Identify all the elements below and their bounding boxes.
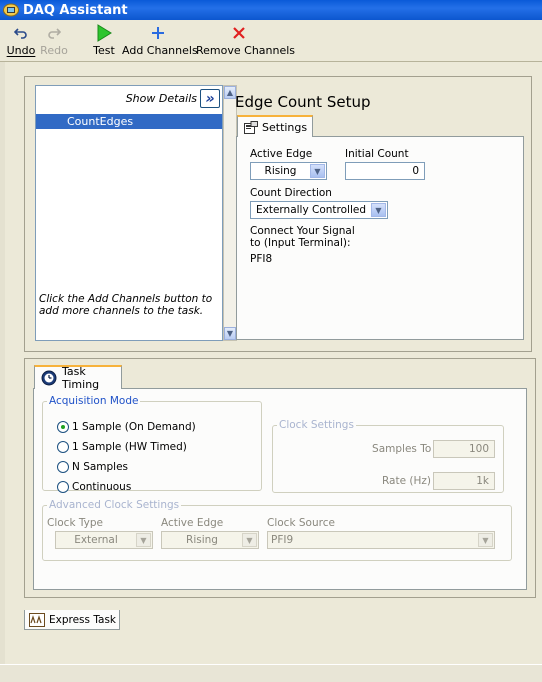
tab-express-task[interactable]: Express Task xyxy=(24,610,120,630)
chevron-down-icon: ▼ xyxy=(136,533,151,547)
radio-1-sample-on-demand[interactable]: 1 Sample (On Demand) xyxy=(57,421,196,433)
clock-type-select[interactable]: External ▼ xyxy=(55,531,153,549)
test-button[interactable]: Test xyxy=(90,22,118,58)
active-edge-label: Active Edge xyxy=(250,148,313,160)
active-edge-select[interactable]: Rising ▼ xyxy=(250,162,327,180)
redo-icon xyxy=(38,22,70,44)
tab-task-timing-label: Task Timing xyxy=(62,365,100,391)
scroll-down-icon[interactable]: ▼ xyxy=(224,327,236,340)
advanced-clock-settings-group: Advanced Clock Settings Clock Type Exter… xyxy=(42,499,512,561)
clock-active-edge-label: Active Edge xyxy=(161,517,224,529)
tab-task-timing[interactable]: Task Timing xyxy=(34,365,122,391)
add-channels-hint: Click the Add Channels button to add mor… xyxy=(39,293,213,317)
samples-to-read-field[interactable]: 100 xyxy=(433,440,495,458)
count-direction-value: Externally Controlled xyxy=(255,204,367,216)
window-edge xyxy=(0,62,5,682)
acquisition-mode-group: Acquisition Mode 1 Sample (On Demand) 1 … xyxy=(42,395,262,493)
input-terminal-value: PFI8 xyxy=(250,253,273,265)
channel-item-countedges[interactable]: CountEdges xyxy=(36,114,222,129)
channel-list[interactable]: Show Details » CountEdges Click the Add … xyxy=(35,85,223,341)
count-direction-select[interactable]: Externally Controlled ▼ xyxy=(250,201,388,219)
remove-channels-label: Remove Channels xyxy=(196,44,296,57)
radio-continuous[interactable]: Continuous xyxy=(57,481,131,493)
radio-icon xyxy=(57,461,69,473)
daq-assistant-icon xyxy=(3,3,19,17)
add-channels-button[interactable]: Add Channels xyxy=(122,22,198,58)
clock-icon xyxy=(41,370,57,386)
clock-settings-group: Clock Settings Samples To Read 100 Rate … xyxy=(272,419,504,493)
plus-icon xyxy=(122,22,194,44)
acquisition-mode-legend: Acquisition Mode xyxy=(49,395,139,407)
radio-1-sample-hw-timed[interactable]: 1 Sample (HW Timed) xyxy=(57,441,187,453)
test-label: Test xyxy=(93,44,115,57)
clock-source-label: Clock Source xyxy=(267,517,335,529)
chevron-down-icon: ▼ xyxy=(478,533,493,547)
radio-icon xyxy=(57,481,69,493)
settings-panel: Active Edge Rising ▼ Initial Count 0 Cou… xyxy=(236,136,524,340)
clock-settings-legend: Clock Settings xyxy=(279,419,354,431)
title-bar: DAQ Assistant xyxy=(0,0,542,20)
initial-count-field[interactable]: 0 xyxy=(345,162,425,180)
clock-active-edge-select[interactable]: Rising ▼ xyxy=(161,531,259,549)
settings-icon xyxy=(244,120,258,134)
undo-label: Undo xyxy=(6,44,36,57)
radio-n-samples[interactable]: N Samples xyxy=(57,461,128,473)
configuration-panel: Show Details » CountEdges Click the Add … xyxy=(24,76,532,352)
task-timing-panel: Acquisition Mode 1 Sample (On Demand) 1 … xyxy=(33,388,527,590)
active-edge-value: Rising xyxy=(264,165,297,177)
run-arrow-icon xyxy=(90,22,118,44)
add-channels-label: Add Channels xyxy=(122,44,198,57)
setup-title: Edge Count Setup xyxy=(235,93,371,111)
chevron-down-icon: ▼ xyxy=(371,203,386,217)
toolbar: Undo Redo Test Add Channels Remove Chann… xyxy=(0,20,542,62)
redo-label: Redo xyxy=(40,44,68,57)
clock-source-select[interactable]: PFI9 ▼ xyxy=(267,531,495,549)
radio-label: N Samples xyxy=(72,461,129,473)
clock-source-value: PFI9 xyxy=(271,534,294,546)
tab-settings-label: Settings xyxy=(262,120,308,134)
undo-icon xyxy=(6,22,36,44)
tab-express-task-label: Express Task xyxy=(49,613,116,626)
window-title: DAQ Assistant xyxy=(23,2,128,18)
radio-selected-icon xyxy=(57,421,69,433)
tab-settings[interactable]: Settings xyxy=(237,115,313,137)
undo-button[interactable]: Undo xyxy=(6,22,36,58)
rate-field[interactable]: 1k xyxy=(433,472,495,490)
remove-x-icon xyxy=(196,22,282,44)
count-direction-label: Count Direction xyxy=(250,187,332,199)
advanced-clock-settings-legend: Advanced Clock Settings xyxy=(49,499,180,511)
clock-type-value: External xyxy=(74,534,118,546)
redo-button[interactable]: Redo xyxy=(38,22,70,58)
bottom-bar xyxy=(0,664,542,682)
connect-signal-line2: to (Input Terminal): xyxy=(250,237,351,249)
chevron-down-icon: ▼ xyxy=(242,533,257,547)
chevron-down-icon: ▼ xyxy=(310,164,325,178)
clock-type-label: Clock Type xyxy=(47,517,103,529)
radio-label: Continuous xyxy=(72,481,132,493)
radio-icon xyxy=(57,441,69,453)
rate-label: Rate (Hz) xyxy=(381,475,431,487)
show-details-control[interactable]: Show Details » xyxy=(126,89,220,108)
channel-list-scrollbar[interactable]: ▲ ▼ xyxy=(223,85,237,341)
connect-signal-line1: Connect Your Signal xyxy=(250,225,355,237)
show-details-label: Show Details xyxy=(125,92,197,105)
express-task-icon xyxy=(29,612,45,627)
clock-active-edge-value: Rising xyxy=(186,534,218,546)
initial-count-label: Initial Count xyxy=(345,148,409,160)
remove-channels-button[interactable]: Remove Channels xyxy=(196,22,296,58)
radio-label: 1 Sample (HW Timed) xyxy=(72,441,187,453)
double-chevron-right-icon[interactable]: » xyxy=(200,89,220,108)
radio-label: 1 Sample (On Demand) xyxy=(72,421,196,433)
